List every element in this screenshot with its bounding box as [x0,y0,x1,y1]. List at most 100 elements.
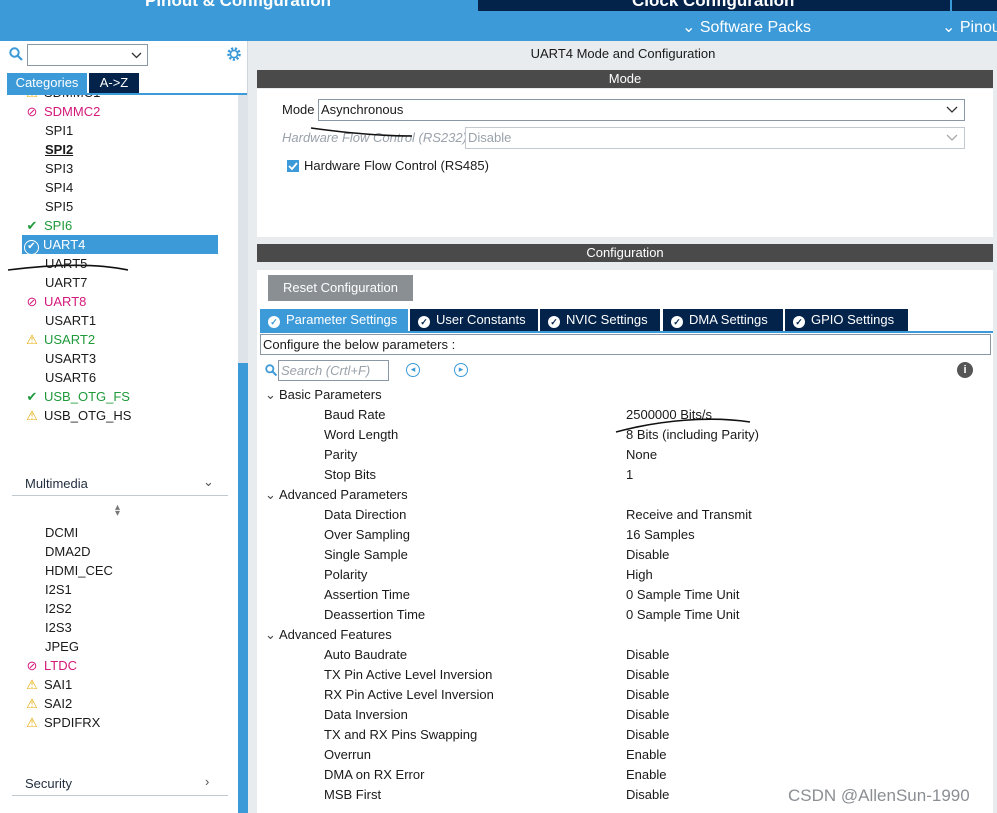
hwfc-rs485-checkbox[interactable] [287,160,299,172]
search-next-icon[interactable]: ▸ [454,363,468,377]
info-icon[interactable]: i [957,362,973,378]
mode-select[interactable]: Asynchronous [318,99,965,121]
category-item[interactable]: I2S3 [45,618,72,637]
category-item[interactable]: ✔ SPI6 [24,216,73,235]
parameter-search-input[interactable]: Search (Crtl+F) [278,360,389,381]
parameter-value[interactable]: 0 Sample Time Unit [626,605,739,625]
category-item[interactable]: HDMI_CEC [45,561,113,580]
category-item[interactable]: ✔ USB_OTG_FS [24,387,130,406]
category-item[interactable]: I2S2 [45,599,72,618]
tab-a-z[interactable]: A->Z [89,73,139,93]
chevron-down-icon [946,134,958,141]
parameter-value[interactable]: Disable [626,705,669,725]
pinout-menu[interactable]: ⌄ Pinout [942,17,997,37]
section-security[interactable]: Security [25,776,72,791]
parameter-value[interactable]: Enable [626,765,666,785]
parameter-value[interactable]: 2500000 Bits/s [626,405,712,425]
category-item[interactable]: SPI4 [45,178,73,197]
category-item[interactable]: ⚠ SAI1 [24,675,72,694]
category-item[interactable]: ⚠ SAI2 [24,694,72,713]
chevron-right-icon[interactable]: › [205,774,209,789]
category-item-label: USART3 [45,351,97,366]
parameter-value[interactable]: Receive and Transmit [626,505,752,525]
sort-icon[interactable]: ▴ ▾ [115,503,120,519]
category-item[interactable]: UART7 [45,273,87,292]
tab-nvic-settings[interactable]: ✓ NVIC Settings [540,309,660,331]
category-item[interactable]: DMA2D [45,542,91,561]
category-item[interactable]: USART1 [45,311,96,330]
chevron-down-icon[interactable]: ⌄ [203,474,214,490]
search-previous-icon[interactable]: ◂ [406,363,420,377]
scrollbar-thumb[interactable] [238,363,248,813]
hwfc-rs485-label: Hardware Flow Control (RS485) [304,158,489,173]
parameter-value[interactable]: Disable [626,685,669,705]
category-item[interactable]: SPI1 [45,121,73,140]
category-item[interactable]: I2S1 [45,580,72,599]
parameter-value[interactable]: Disable [626,545,669,565]
category-item-label: DCMI [45,525,79,540]
parameter-value[interactable]: 8 Bits (including Parity) [626,425,759,445]
category-item[interactable]: UART5 [45,254,87,273]
tab-dma-settings[interactable]: ✓ DMA Settings [663,309,783,331]
software-packs-menu[interactable]: ⌄ Software Packs [682,17,811,37]
category-item-label: SDMMC1 [44,95,100,100]
category-item[interactable]: JPEG [45,637,79,656]
category-item[interactable]: ⚠ USART2 [24,330,95,349]
category-item[interactable]: ⚠ SDMMC1 [24,95,100,102]
parameter-value[interactable]: High [626,565,653,585]
category-item[interactable]: SPI3 [45,159,73,178]
category-search-input[interactable] [27,44,148,66]
parameter-name: RX Pin Active Level Inversion [324,687,494,702]
category-item[interactable]: ⊘ LTDC [24,656,77,675]
category-item-label: I2S1 [45,582,72,597]
category-item-label: SPI5 [45,199,74,214]
tab-pinout-configuration[interactable]: Pinout & Configuration [0,0,478,11]
category-item[interactable]: ✔ UART4 [24,235,85,255]
parameter-group[interactable]: ⌄ Advanced Features [265,625,392,645]
reset-configuration-button[interactable]: Reset Configuration [268,275,413,301]
check-circle-icon: ✓ [418,316,430,328]
category-item[interactable]: ⚠ SPDIFRX [24,713,100,732]
category-item[interactable]: SPI2 [45,140,73,159]
category-item-label: UART7 [45,275,88,290]
category-item-label: I2S3 [45,620,72,635]
category-item[interactable]: SPI5 [45,197,73,216]
check-icon: ✔ [26,218,38,233]
tab-gpio-settings[interactable]: ✓ GPIO Settings [785,309,908,331]
parameter-value[interactable]: Disable [626,665,669,685]
category-item[interactable]: DCMI [45,523,78,542]
tab-categories[interactable]: Categories [7,73,87,93]
category-item[interactable]: USART3 [45,349,96,368]
category-item[interactable]: ⊘ UART8 [24,292,87,311]
parameter-name: Over Sampling [324,527,410,542]
tab-parameter-settings[interactable]: ✓ Parameter Settings [260,309,408,331]
check-circle-icon: ✔ [24,240,39,255]
parameter-group[interactable]: ⌄ Basic Parameters [265,385,382,405]
mode-configuration-panel: UART4 Mode and Configuration Mode Mode A… [248,41,997,813]
tab-underline [260,331,993,333]
category-item-label: USART2 [44,332,96,347]
parameter-value[interactable]: Disable [626,785,669,805]
section-label: Multimedia [25,476,88,491]
parameter-value[interactable]: Disable [626,725,669,745]
parameter-value[interactable]: Disable [626,645,669,665]
parameter-value[interactable]: 0 Sample Time Unit [626,585,739,605]
category-item[interactable]: USART6 [45,368,96,387]
parameter-group[interactable]: ⌄ Advanced Parameters [265,485,408,505]
section-multimedia[interactable]: Multimedia [25,476,88,491]
tab-clock-configuration[interactable]: Clock Configuration [480,0,950,11]
tab-user-constants[interactable]: ✓ User Constants [410,309,538,331]
check-circle-icon: ✓ [548,316,560,328]
warning-icon: ⚠ [26,715,38,730]
parameter-value[interactable]: 16 Samples [626,525,695,545]
category-item[interactable]: ⊘ SDMMC2 [24,102,101,121]
hwfc-rs232-select[interactable]: Disable [465,127,965,149]
gear-icon[interactable] [225,45,243,63]
chevron-down-icon: ⌄ [265,627,276,642]
parameter-group-label: Basic Parameters [279,387,382,402]
parameter-value[interactable]: 1 [626,465,633,485]
parameter-value[interactable]: Enable [626,745,666,765]
category-item[interactable]: ⚠ USB_OTG_HS [24,406,131,425]
parameter-name: Single Sample [324,547,408,562]
parameter-value[interactable]: None [626,445,657,465]
